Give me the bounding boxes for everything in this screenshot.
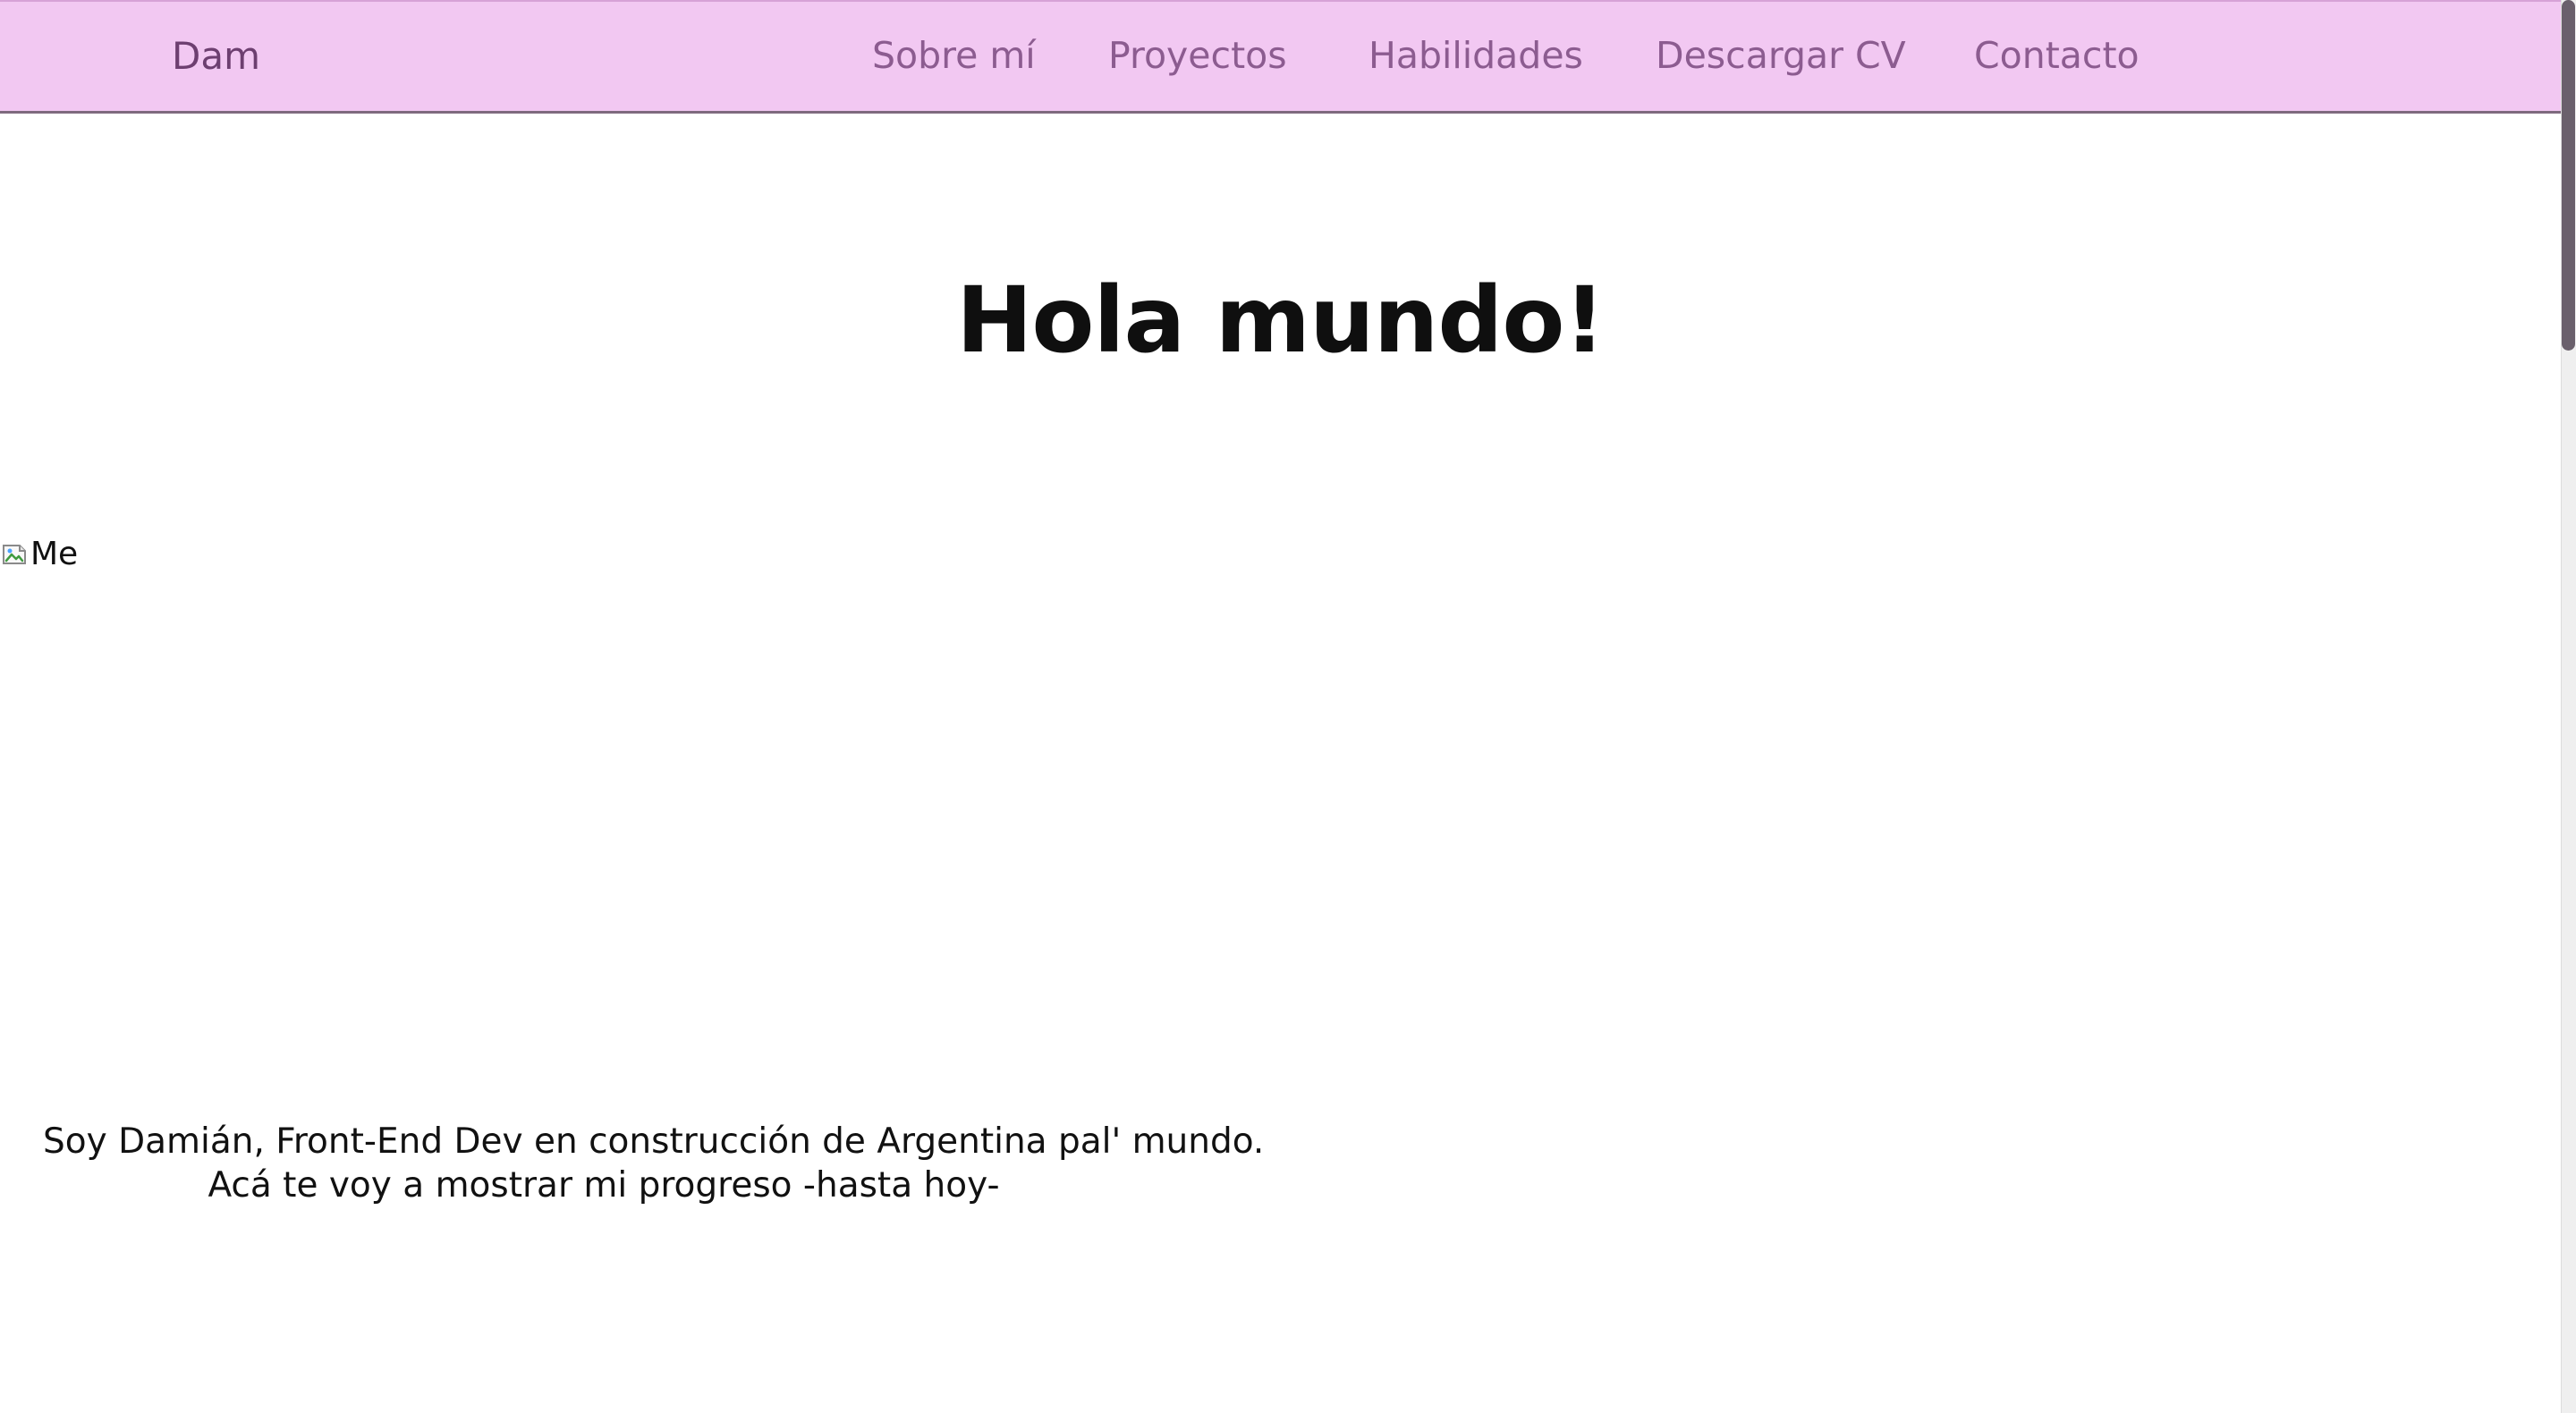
nav-link-projects[interactable]: Proyectos: [1108, 38, 1287, 74]
scrollbar-thumb[interactable]: [2562, 0, 2575, 351]
nav-link-contact[interactable]: Contacto: [1974, 38, 2140, 74]
intro-line-2: Acá te voy a mostrar mi progreso -hasta …: [208, 1165, 1000, 1206]
portfolio-page: Dam Sobre mí Proyectos Habilidades Desca…: [0, 0, 2576, 1413]
top-navigation: Dam Sobre mí Proyectos Habilidades Desca…: [0, 0, 2561, 114]
intro-line-1: Soy Damián, Front-End Dev en construcció…: [43, 1121, 1265, 1162]
profile-image-placeholder: Me: [0, 537, 78, 572]
hero-title: Hola mundo!: [956, 267, 1606, 374]
brand-link[interactable]: Dam: [172, 38, 260, 75]
nav-link-skills[interactable]: Habilidades: [1368, 38, 1583, 74]
vertical-scrollbar[interactable]: [2561, 0, 2576, 1413]
intro-text: Soy Damián, Front-End Dev en construcció…: [43, 1120, 1265, 1207]
profile-image-alt-text: Me: [30, 536, 79, 572]
nav-link-about[interactable]: Sobre mí: [872, 38, 1036, 74]
broken-image-icon: [0, 540, 29, 569]
nav-link-download-cv[interactable]: Descargar CV: [1656, 38, 1906, 74]
